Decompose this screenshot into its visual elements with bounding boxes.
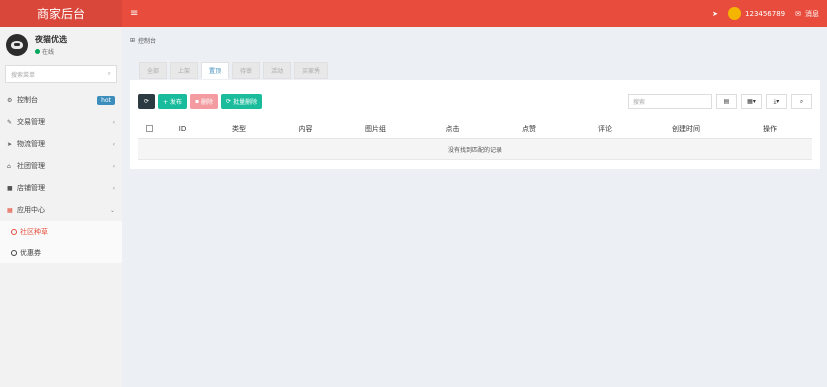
sidebar-menu: ⚙ 控制台 hot ✎ 交易管理 ‹ ➤ 物流管理 ‹ ⌂ 社团管理 ‹ ■ 店…: [0, 89, 122, 263]
dashboard-icon: ⊞: [130, 37, 136, 44]
select-all-checkbox[interactable]: [145, 124, 153, 132]
logistics-icon: ➤: [7, 140, 13, 148]
user-status: 在线: [35, 47, 67, 56]
tab-pending[interactable]: 待审: [232, 62, 261, 79]
online-dot-icon: [35, 48, 40, 54]
tab-listed[interactable]: 上架: [170, 62, 199, 79]
chevron-left-icon: ‹: [112, 140, 115, 148]
username: 123456789: [745, 9, 786, 18]
search-placeholder: 搜索菜单: [11, 71, 36, 79]
breadcrumb: ⊞ 控制台: [130, 36, 156, 45]
sidebar-item-label: 控制台: [17, 96, 38, 104]
sidebar-item-label: 店铺管理: [17, 184, 45, 192]
sidebar-subitem-community-seeding[interactable]: 社区种草: [0, 221, 122, 242]
column-header-likes[interactable]: 点赞: [492, 124, 566, 134]
refresh-button[interactable]: ⟳: [138, 94, 155, 109]
table-panel: ⟳ + 发布 ▪ 删除 ⟳ 批量删除 搜索 ▤ ▦▾ ⤓▾ ⌕ ID 类型 内容: [130, 80, 820, 169]
batch-delete-button[interactable]: ⟳ 批量删除: [221, 94, 263, 109]
column-header-actions: 操作: [763, 125, 777, 133]
message-icon: ✉: [795, 9, 801, 18]
publish-button[interactable]: + 发布: [158, 94, 187, 109]
user-name: 夜猫优选: [35, 34, 67, 44]
tab-buyer-show[interactable]: 买家秀: [294, 62, 329, 79]
sidebar-item-label: 交易管理: [17, 118, 45, 126]
empty-table-message: 没有找到匹配的记录: [138, 139, 812, 160]
navbar-right: ➤ 123456789 ✉ 消息: [712, 0, 819, 27]
subitem-label: 优惠券: [20, 248, 41, 257]
apps-grid-icon: ▦: [7, 206, 13, 214]
column-header-created-at[interactable]: 创建时间: [644, 124, 728, 134]
hot-badge: hot: [97, 95, 115, 105]
trash-icon: ▪: [194, 98, 200, 105]
columns-button[interactable]: ▦▾: [741, 94, 762, 109]
table-header-row: ID 类型 内容 图片组 点击 点赞 评论 创建时间 操作: [138, 120, 812, 139]
delete-button[interactable]: ▪ 删除: [189, 94, 219, 109]
trade-icon: ✎: [7, 118, 13, 126]
circle-icon: [11, 228, 17, 235]
shop-icon: ■: [7, 184, 13, 192]
column-header-id[interactable]: ID: [160, 125, 205, 133]
column-header-images[interactable]: 图片组: [338, 124, 413, 134]
messages-button[interactable]: ✉ 消息: [795, 9, 819, 19]
sidebar-item-trade[interactable]: ✎ 交易管理 ‹: [0, 111, 122, 133]
delete-label: 删除: [201, 99, 214, 106]
main-content: ⊞ 控制台 全部 上架 置顶 待审 活动 买家秀 ⟳ + 发布 ▪ 删除 ⟳ 批…: [122, 27, 827, 387]
search-icon: ⌕: [799, 97, 804, 105]
menu-toggle-icon[interactable]: ≡: [130, 8, 138, 19]
chevron-left-icon: ‹: [112, 162, 115, 170]
avatar: [6, 33, 28, 56]
sidebar-item-label: 物流管理: [17, 140, 45, 148]
sidebar-item-logistics[interactable]: ➤ 物流管理 ‹: [0, 133, 122, 155]
toggle-view-button[interactable]: ▤: [716, 94, 737, 109]
export-icon: ⤓▾: [773, 97, 780, 105]
sidebar: 夜猫优选 在线 搜索菜单 ⌕ ⚙ 控制台 hot ✎ 交易管理 ‹ ➤ 物流管理…: [0, 27, 122, 387]
tab-all[interactable]: 全部: [139, 62, 168, 79]
tab-activity[interactable]: 活动: [263, 62, 292, 79]
sidebar-subitem-coupons[interactable]: 优惠券: [0, 242, 122, 263]
circle-icon: [11, 249, 17, 256]
breadcrumb-label[interactable]: 控制台: [138, 36, 156, 45]
search-icon[interactable]: ⌕: [108, 70, 111, 78]
tab-pinned[interactable]: 置顶: [201, 62, 230, 79]
chevron-left-icon: ‹: [112, 118, 115, 126]
column-header-type[interactable]: 类型: [205, 124, 273, 134]
sidebar-item-label: 社团管理: [17, 162, 45, 170]
filter-tabs: 全部 上架 置顶 待审 活动 买家秀: [139, 62, 329, 79]
sidebar-item-shop[interactable]: ■ 店铺管理 ‹: [0, 177, 122, 199]
column-header-content[interactable]: 内容: [273, 124, 338, 134]
sidebar-item-label: 应用中心: [17, 206, 45, 214]
top-navbar: 商家后台 ≡ ➤ 123456789 ✉ 消息: [0, 0, 827, 27]
table-tools: 搜索 ▤ ▦▾ ⤓▾ ⌕: [628, 94, 812, 109]
select-all-checkbox-cell[interactable]: [138, 124, 160, 134]
card-view-icon: ▤: [723, 98, 730, 105]
sidebar-item-dashboard[interactable]: ⚙ 控制台 hot: [0, 89, 122, 111]
column-header-clicks[interactable]: 点击: [413, 124, 492, 134]
table-search-input[interactable]: 搜索: [628, 94, 712, 109]
user-avatar: [728, 7, 742, 20]
export-button[interactable]: ⤓▾: [766, 94, 787, 109]
brand-logo[interactable]: 商家后台: [0, 0, 122, 27]
chevron-down-icon: ⌄: [109, 206, 115, 214]
messages-label: 消息: [805, 9, 819, 18]
dashboard-icon: ⚙: [7, 96, 13, 104]
column-header-comments[interactable]: 评论: [566, 124, 644, 134]
batch-label: 批量删除: [233, 99, 258, 106]
refresh-icon: ⟳: [226, 98, 232, 105]
sidebar-item-community[interactable]: ⌂ 社团管理 ‹: [0, 155, 122, 177]
advanced-search-button[interactable]: ⌕: [791, 94, 812, 109]
subitem-label: 社区种草: [20, 227, 48, 236]
send-icon[interactable]: ➤: [712, 10, 718, 18]
status-label: 在线: [42, 48, 55, 56]
sidebar-item-apps[interactable]: ▦ 应用中心 ⌄: [0, 199, 122, 221]
sidebar-search-input[interactable]: 搜索菜单 ⌕: [5, 65, 117, 83]
chevron-left-icon: ‹: [112, 184, 115, 192]
data-table: ID 类型 内容 图片组 点击 点赞 评论 创建时间 操作 没有找到匹配的记录: [138, 120, 812, 160]
user-panel: 夜猫优选 在线: [0, 27, 122, 62]
user-menu[interactable]: 123456789: [728, 7, 785, 20]
community-icon: ⌂: [7, 162, 11, 170]
columns-icon: ▦▾: [747, 98, 756, 105]
table-toolbar: ⟳ + 发布 ▪ 删除 ⟳ 批量删除: [138, 94, 263, 109]
